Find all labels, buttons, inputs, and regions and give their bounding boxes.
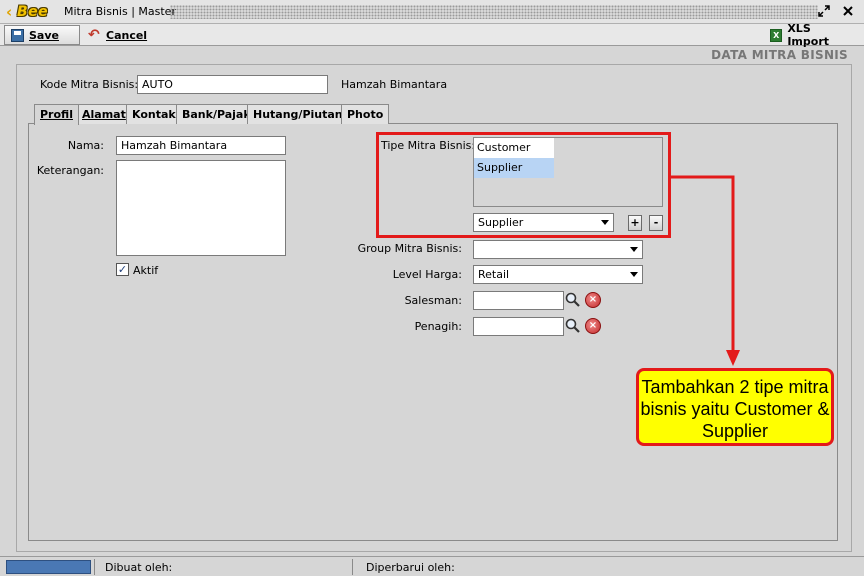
level-harga-label: Level Harga: [392,268,462,281]
nama-input[interactable]: Hamzah Bimantara [116,136,286,155]
save-label: Save [29,28,59,42]
toolbar: Save ↶ Cancel X XLS Import [0,22,864,48]
chevron-down-icon [630,247,638,252]
level-harga-value: Retail [478,268,510,281]
title-bar-grip [170,5,818,19]
bee-logo: ‹ Bee [6,3,62,21]
tab-kontak[interactable]: Kontak [126,104,182,124]
kode-mitra-label: Kode Mitra Bisnis: [40,78,139,91]
cancel-button[interactable]: ↶ Cancel [82,25,156,45]
tab-label: Bank/Pajak [182,108,251,121]
penagih-input[interactable] [473,317,564,336]
kode-mitra-input[interactable]: AUTO [137,75,328,94]
tab-label: Photo [347,108,384,121]
save-icon [11,28,24,42]
nama-label: Nama: [67,139,104,152]
clear-icon[interactable]: × [585,292,601,308]
tab-alamat[interactable]: Alamat [76,104,132,124]
tab-label: Profil [40,108,73,121]
status-progress [6,560,91,574]
aktif-label: Aktif [133,264,159,277]
penagih-label: Penagih: [414,320,462,333]
group-mitra-label: Group Mitra Bisnis: [357,242,462,255]
save-button[interactable]: Save [4,25,80,45]
restore-icon[interactable] [816,4,832,20]
close-icon[interactable] [840,4,856,20]
salesman-input[interactable] [473,291,564,310]
annotation-highlight-box [376,132,671,238]
tab-label: Kontak [132,108,176,121]
tab-bank-pajak[interactable]: Bank/Pajak [176,104,257,124]
salesman-label: Salesman: [404,294,462,307]
logo-text: Bee [17,4,49,20]
dibuat-oleh-label: Dibuat oleh: [105,561,173,574]
status-divider [352,559,353,575]
aktif-checkbox[interactable]: ✓ [116,263,129,276]
xls-import-button[interactable]: X XLS Import [764,22,858,48]
section-title: DATA MITRA BISNIS [711,48,848,62]
keterangan-textarea[interactable] [116,160,286,256]
window-title: Mitra Bisnis | Master [64,5,176,18]
tab-photo[interactable]: Photo [341,104,390,124]
display-name: Hamzah Bimantara [341,78,448,91]
search-icon[interactable] [564,291,582,309]
excel-icon: X [770,28,783,42]
clear-icon[interactable]: × [585,318,601,334]
level-harga-dropdown[interactable]: Retail [473,265,643,284]
xls-import-label: XLS Import [787,22,829,48]
chevron-left-icon: ‹ [6,3,13,21]
annotation-callout: Tambahkan 2 tipe mitra bisnis yaitu Cust… [636,368,834,446]
status-bar: Dibuat oleh: Diperbarui oleh: [0,556,864,576]
tab-profil[interactable]: Profil [34,104,79,125]
tab-label: Hutang/Piutang [253,108,351,121]
undo-icon: ↶ [88,26,100,43]
tab-label: Alamat [82,108,126,121]
diperbarui-oleh-label: Diperbarui oleh: [366,561,455,574]
title-bar: ‹ Bee Mitra Bisnis | Master [0,0,864,24]
status-divider [94,559,95,575]
search-icon[interactable] [564,317,582,335]
group-mitra-dropdown[interactable] [473,240,643,259]
cancel-label: Cancel [106,28,148,42]
keterangan-label: Keterangan: [36,164,104,177]
chevron-down-icon [630,272,638,277]
